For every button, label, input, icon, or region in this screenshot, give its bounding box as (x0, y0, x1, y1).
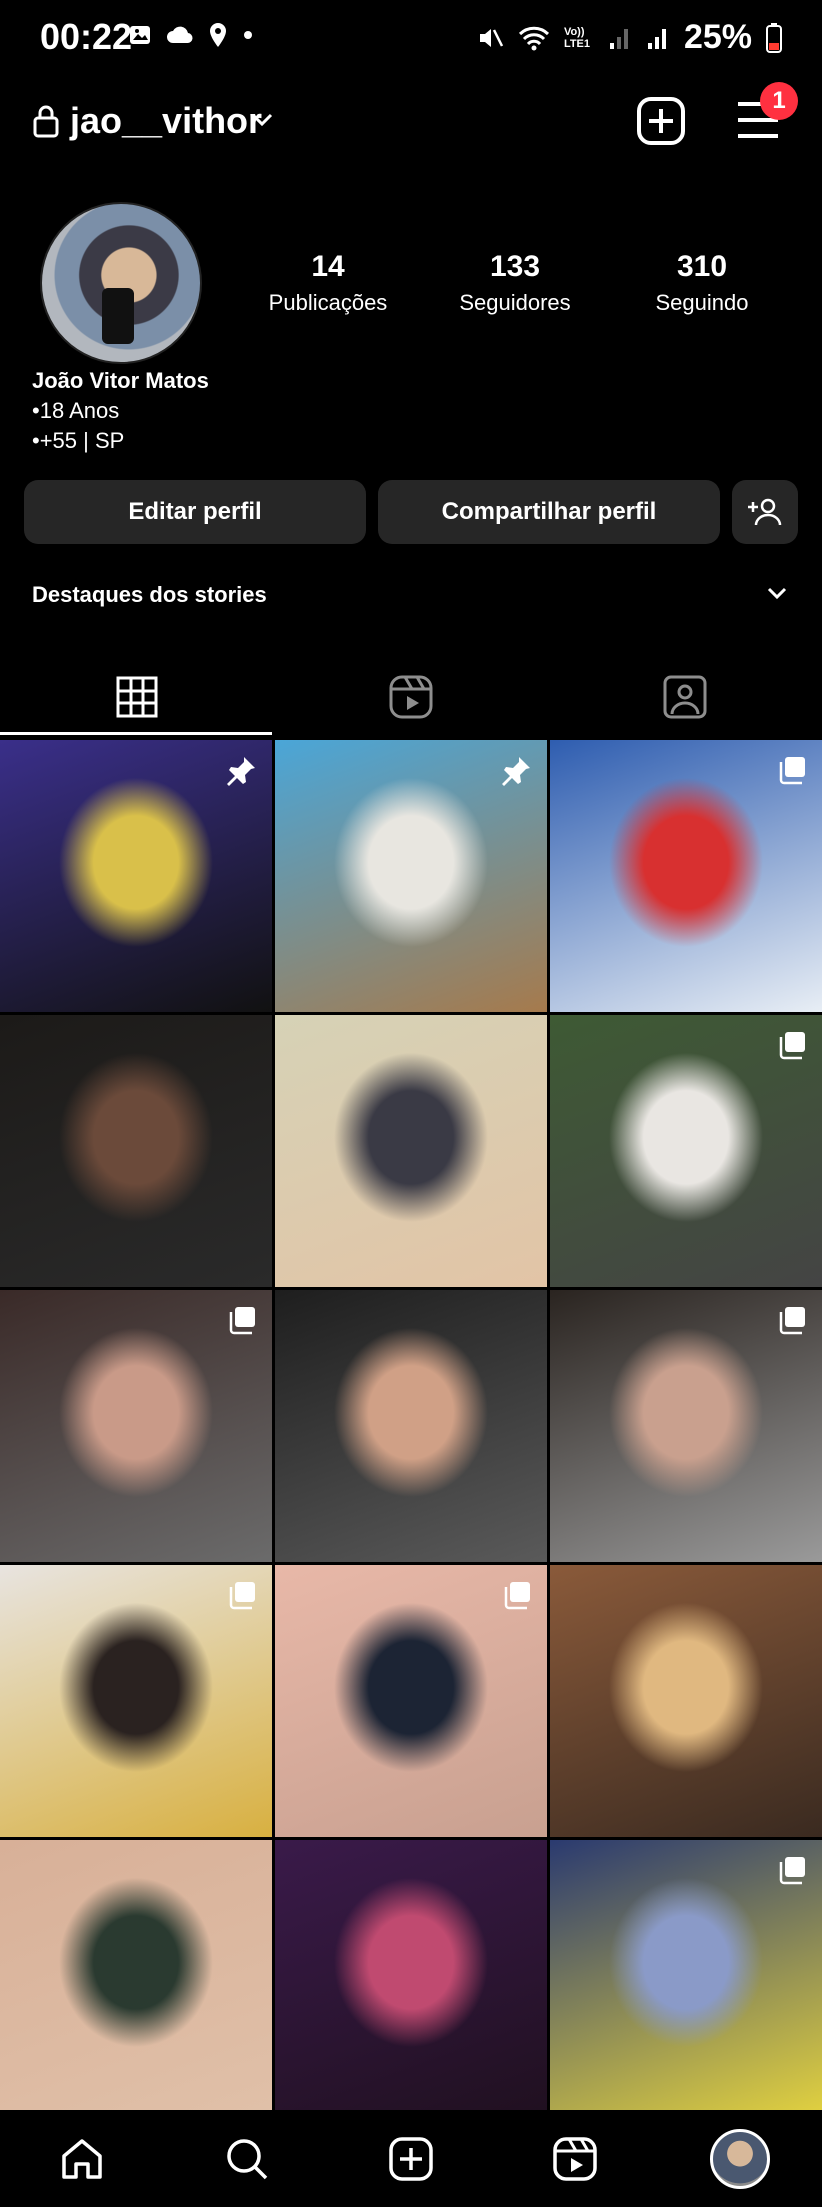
post-thumbnail[interactable] (0, 1565, 272, 1837)
profile-avatar (709, 2128, 770, 2189)
post-thumbnail[interactable] (550, 1840, 822, 2112)
tab-reels[interactable] (274, 660, 548, 734)
nav-search[interactable] (207, 2119, 287, 2199)
bio-line: •18 Anos (32, 398, 120, 423)
profile-full-name: João Vitor Matos (32, 368, 209, 393)
battery-percent: 25% (683, 18, 752, 56)
reels-icon (553, 2136, 598, 2181)
stat-posts-label: Publicações (268, 290, 388, 315)
chevron-down-icon[interactable] (766, 586, 788, 600)
home-icon (62, 2138, 102, 2179)
post-thumbnail[interactable] (550, 740, 822, 1012)
multi-icon (776, 1304, 808, 1341)
bio-line: •+55 | SP (32, 428, 125, 453)
bottom-navigation (0, 2110, 822, 2207)
share-profile-button[interactable]: Compartilhar perfil (378, 480, 720, 544)
chevron-down-icon[interactable] (250, 112, 274, 128)
nav-home[interactable] (42, 2119, 122, 2199)
battery-icon (766, 22, 782, 53)
post-thumbnail[interactable] (275, 1565, 547, 1837)
post-thumbnail[interactable] (275, 1840, 547, 2112)
signal-icon (609, 28, 628, 49)
nav-profile[interactable] (700, 2119, 780, 2199)
active-tab-indicator (0, 732, 272, 735)
signal-icon-2 (647, 28, 666, 49)
multi-icon (501, 1579, 533, 1616)
notification-badge: 1 (760, 82, 798, 120)
create-post-button[interactable] (636, 96, 686, 146)
post-grid (0, 740, 822, 2112)
gallery-icon (130, 26, 150, 44)
tagged-icon (663, 675, 707, 719)
status-right-icons: Vo)) LTE1 25% (476, 18, 782, 57)
create-icon (389, 2136, 433, 2181)
discover-people-button[interactable] (732, 480, 798, 544)
post-thumbnail[interactable] (275, 740, 547, 1012)
status-left-icons (128, 22, 254, 48)
tab-posts-grid[interactable] (0, 660, 274, 734)
post-thumbnail[interactable] (275, 1015, 547, 1287)
multi-icon (776, 1854, 808, 1891)
pin-icon (224, 754, 258, 793)
reels-icon (389, 675, 433, 719)
post-thumbnail[interactable] (550, 1015, 822, 1287)
search-icon (226, 2138, 267, 2179)
post-thumbnail[interactable] (550, 1565, 822, 1837)
post-thumbnail[interactable] (275, 1290, 547, 1562)
post-thumbnail[interactable] (0, 1840, 272, 2112)
multi-icon (776, 1029, 808, 1066)
wifi-icon (518, 26, 549, 50)
story-highlights-label[interactable]: Destaques dos stories (32, 582, 267, 608)
tab-tagged[interactable] (548, 660, 822, 734)
nav-reels[interactable] (535, 2119, 615, 2199)
profile-avatar[interactable] (40, 202, 202, 364)
lock-icon (33, 105, 59, 138)
stat-posts[interactable]: 14 Publicações (248, 250, 408, 316)
stat-following[interactable]: 310 Seguindo (622, 250, 782, 316)
stat-followers-value: 133 (489, 250, 541, 283)
post-thumbnail[interactable] (0, 1290, 272, 1562)
post-thumbnail[interactable] (0, 740, 272, 1012)
add-person-icon (748, 498, 782, 526)
dot-icon (244, 31, 252, 39)
stat-following-label: Seguindo (655, 290, 749, 315)
multi-icon (776, 754, 808, 791)
post-thumbnail[interactable] (550, 1290, 822, 1562)
pin-icon (499, 754, 533, 793)
multi-icon (226, 1304, 258, 1341)
account-username[interactable]: jao__vithor (70, 100, 262, 142)
network-label: Vo)) LTE1 (563, 25, 591, 50)
grid-icon (116, 676, 158, 718)
multi-icon (226, 1579, 258, 1616)
stat-followers[interactable]: 133 Seguidores (435, 250, 595, 316)
nav-create[interactable] (371, 2119, 451, 2199)
status-bar: 00:22 Vo)) LTE1 25% (0, 0, 822, 80)
stat-posts-value: 14 (311, 250, 345, 283)
stat-followers-label: Seguidores (459, 290, 571, 315)
post-thumbnail[interactable] (0, 1015, 272, 1287)
status-time: 00:22 (40, 16, 133, 57)
location-icon (210, 23, 226, 47)
stat-following-value: 310 (676, 250, 728, 283)
mute-icon (479, 28, 504, 47)
cloud-icon (167, 26, 193, 44)
edit-profile-button[interactable]: Editar perfil (24, 480, 366, 544)
